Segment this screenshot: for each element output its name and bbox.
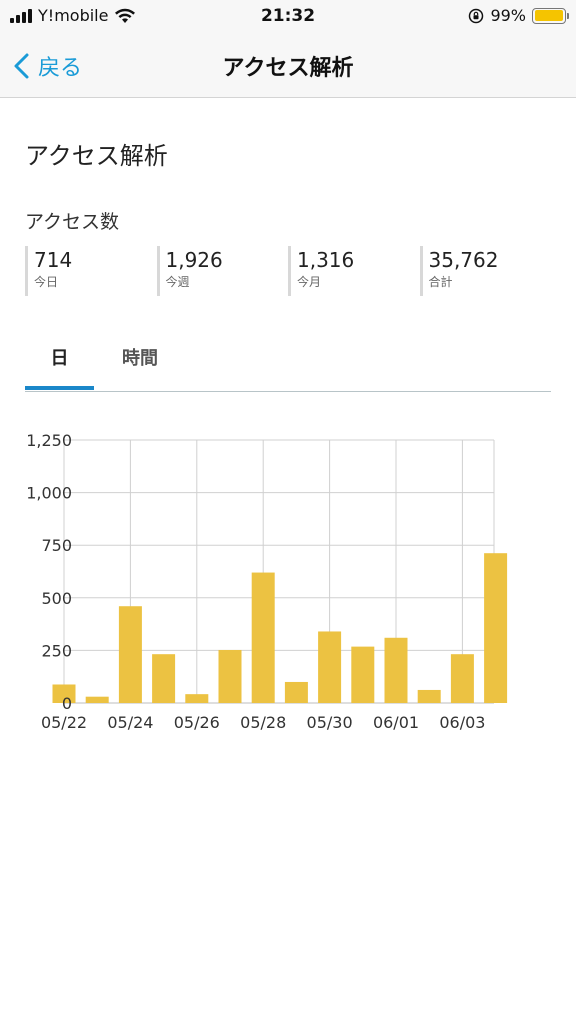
page-title: アクセス解析 — [25, 142, 168, 170]
tab-day[interactable]: 日 — [25, 336, 94, 390]
y-tick-label: 1,250 — [26, 431, 72, 450]
chart-bar — [284, 681, 308, 703]
nav-title: アクセス解析 — [222, 56, 354, 81]
battery-icon — [532, 7, 569, 24]
chart-bar — [450, 654, 474, 703]
status-bar: Y!mobile 21:32 99% — [0, 0, 576, 34]
chart-bar — [218, 649, 242, 703]
stat-this-week: 1,926 今週 — [156, 246, 289, 296]
stat-today: 714 今日 — [25, 246, 157, 296]
chart-bar — [118, 606, 142, 703]
stat-label: 今日 — [34, 275, 59, 289]
status-right: 99% — [468, 6, 569, 25]
y-tick-label: 0 — [62, 694, 72, 713]
y-tick-label: 1,000 — [26, 484, 72, 503]
chart-bar — [484, 553, 508, 703]
y-tick-label: 500 — [41, 589, 72, 608]
x-tick-label: 05/26 — [174, 713, 220, 732]
chart-bar — [251, 572, 275, 703]
stat-value: 714 — [34, 248, 73, 272]
chart-bar — [417, 689, 441, 703]
orientation-lock-icon — [469, 8, 484, 23]
chart-bar — [185, 694, 209, 703]
access-stats: 714 今日 1,926 今週 1,316 今月 35,762 合計 — [25, 246, 551, 296]
chart-bars — [52, 553, 508, 703]
chart-bar — [318, 631, 342, 703]
daily-access-chart: 0 250 500 750 1,000 1,250 05/22 05/24 05/26 05/28… — [26, 431, 508, 732]
x-tick-label: 05/30 — [307, 713, 353, 732]
x-tick-label: 05/28 — [240, 713, 286, 732]
stat-label: 今週 — [165, 275, 190, 289]
stat-this-month: 1,316 今月 — [288, 246, 420, 296]
x-tick-label: 05/24 — [107, 713, 153, 732]
stat-value: 1,926 — [165, 248, 223, 272]
y-tick-label: 750 — [41, 536, 72, 555]
x-tick-label: 06/01 — [373, 713, 419, 732]
x-tick-label: 05/22 — [41, 713, 87, 732]
stat-total: 35,762 合計 — [419, 246, 552, 296]
stat-label: 今月 — [297, 275, 322, 289]
chart-bar — [384, 637, 408, 703]
y-tick-label: 250 — [41, 641, 72, 660]
battery-level — [534, 10, 564, 21]
x-tick-label: 06/03 — [439, 713, 485, 732]
stat-label: 合計 — [428, 275, 453, 289]
chart-bar — [351, 646, 375, 703]
battery-percent: 99% — [490, 6, 526, 25]
chart-bar — [152, 654, 176, 703]
chart-bar — [85, 696, 109, 703]
access-count-label: アクセス数 — [25, 211, 120, 233]
tab-hour[interactable]: 時間 — [105, 336, 175, 390]
stat-value: 1,316 — [297, 248, 355, 272]
period-tabs: 日 時間 — [25, 336, 551, 392]
navigation-bar: 戻る アクセス解析 — [0, 34, 576, 98]
stat-value: 35,762 — [428, 248, 499, 272]
